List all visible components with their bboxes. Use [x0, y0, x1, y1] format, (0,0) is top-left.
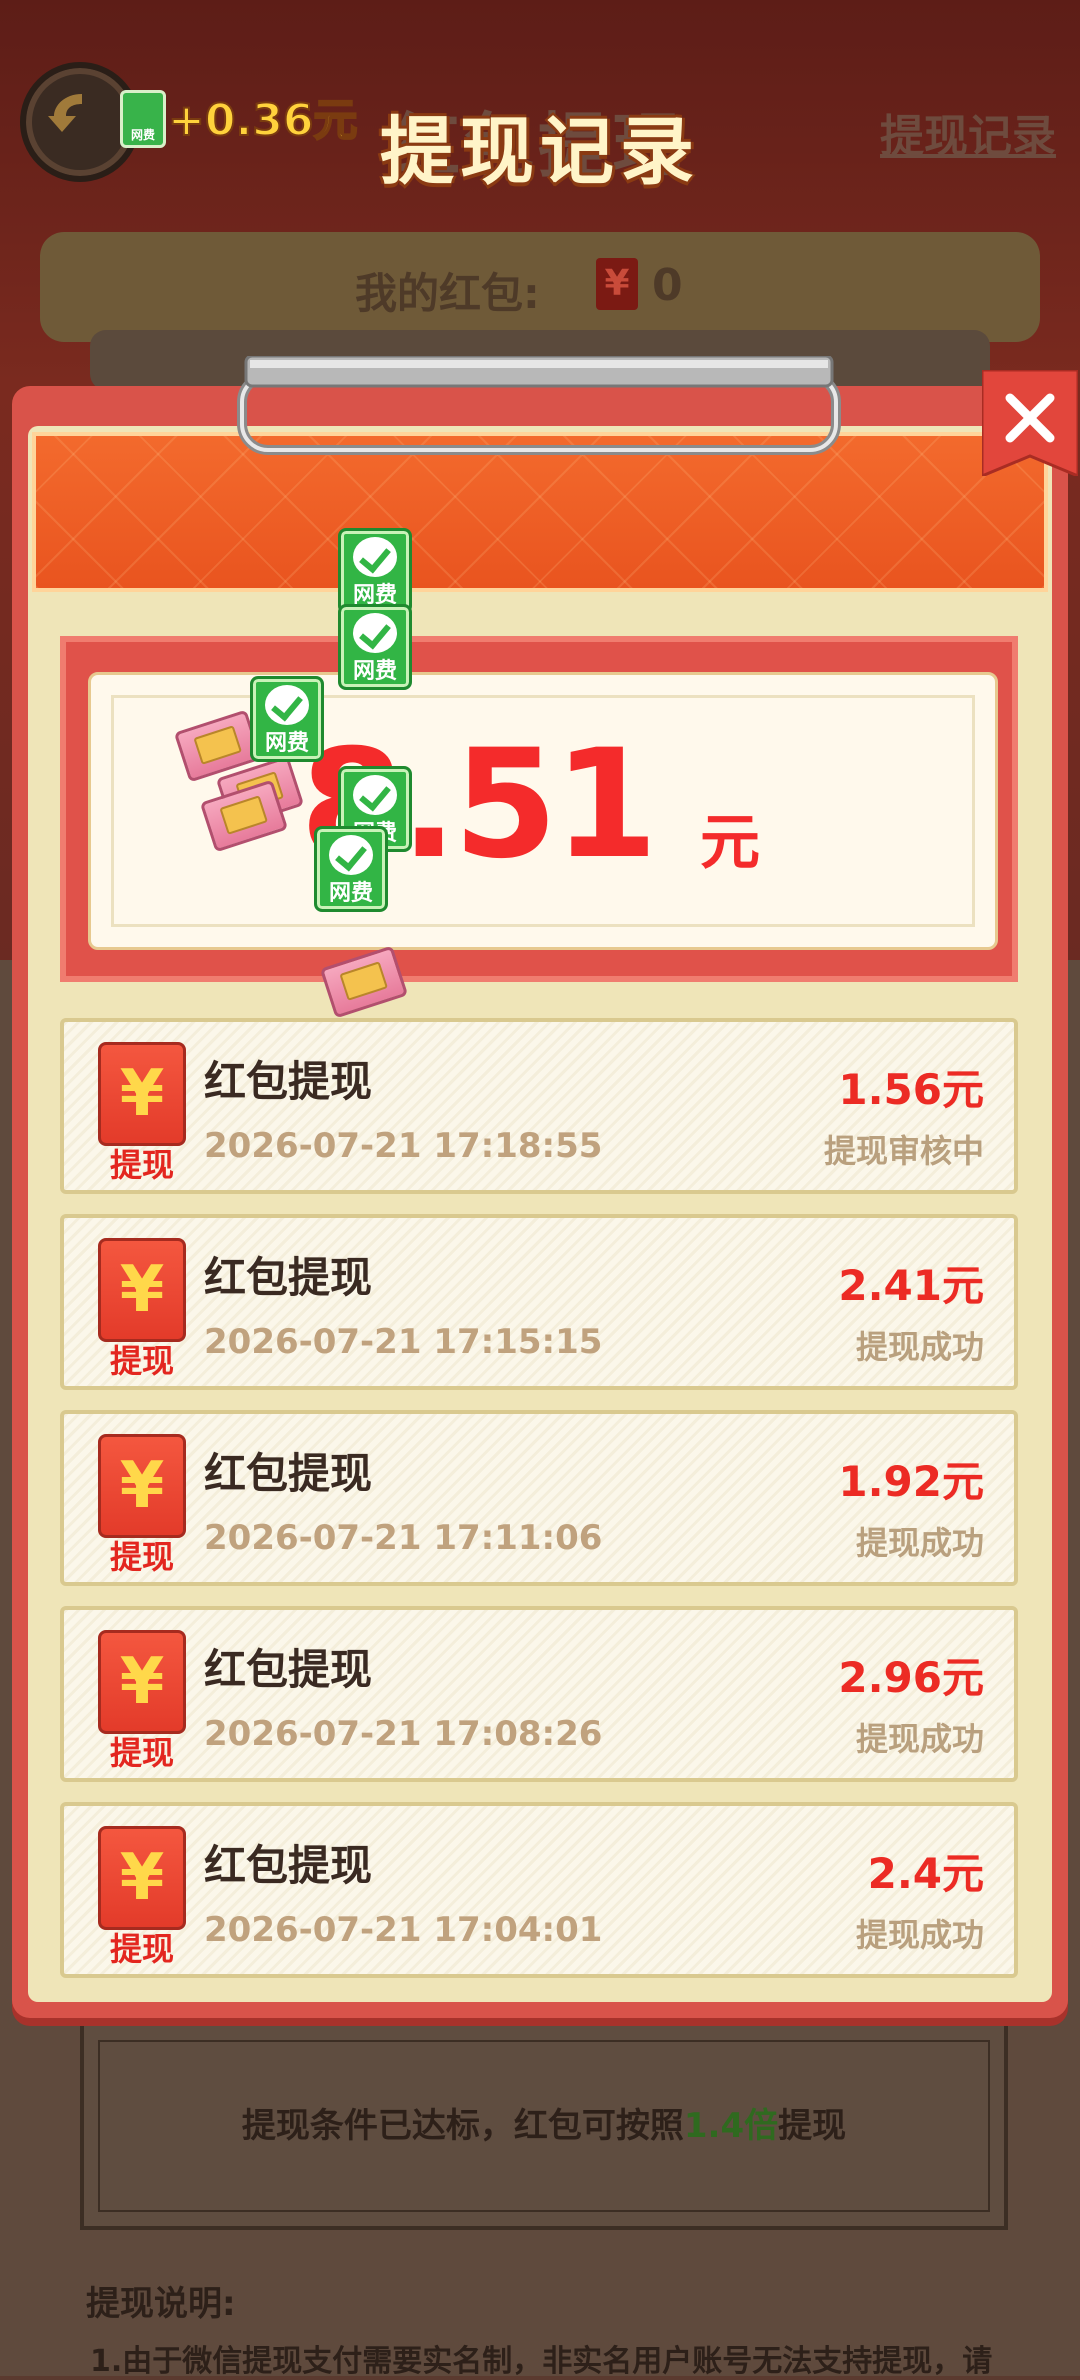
close-button[interactable]	[982, 370, 1078, 476]
yen-icon: ¥	[98, 1630, 186, 1734]
yen-icon: ¥	[98, 1238, 186, 1342]
wechat-pay-icon: 网费	[314, 826, 388, 912]
record-status: 提现成功	[855, 1916, 984, 1954]
record-time: 2026-07-21 17:11:06	[204, 1518, 603, 1558]
record-time: 2026-07-21 17:04:01	[204, 1910, 603, 1950]
fly-badge-label: 网费	[352, 659, 397, 684]
record-status: 提现成功	[855, 1720, 984, 1758]
record-amount: 2.96元	[838, 1653, 984, 1702]
fly-badge-label: 网费	[328, 881, 373, 906]
record-icon-label: 提现	[109, 1146, 174, 1184]
condition-text: 提现条件已达标，红包可按照1.4倍提现	[84, 2098, 1004, 2147]
wechat-pay-icon: 网费	[250, 676, 324, 762]
record-title: 红包提现	[204, 1057, 373, 1106]
wechat-pay-icon: 网费	[338, 528, 412, 614]
yen-icon: ¥	[98, 1434, 186, 1538]
withdraw-record-list: ¥ 提现 红包提现 2026-07-21 17:18:55 1.56元 提现审核…	[60, 1018, 1018, 1998]
fly-badge-label: 网费	[264, 731, 309, 756]
record-amount: 2.4元	[867, 1849, 984, 1898]
condition-multiplier: 1.4倍	[683, 2106, 779, 2146]
yen-icon: ¥	[596, 258, 638, 310]
record-icon-label: 提现	[109, 1734, 174, 1772]
my-redpacket-value: 0	[652, 260, 683, 311]
record-icon-label: 提现	[109, 1342, 174, 1380]
record-time: 2026-07-21 17:08:26	[204, 1714, 603, 1754]
clipboard-clip-icon	[237, 356, 841, 455]
record-status: 提现成功	[855, 1328, 984, 1366]
record-row: ¥ 提现 红包提现 2026-07-21 17:11:06 1.92元 提现成功	[60, 1410, 1018, 1586]
condition-suffix: 提现	[778, 2106, 847, 2146]
record-row: ¥ 提现 红包提现 2026-07-21 17:04:01 2.4元 提现成功	[60, 1802, 1018, 1978]
record-row: ¥ 提现 红包提现 2026-07-21 17:15:15 2.41元 提现成功	[60, 1214, 1018, 1390]
record-time: 2026-07-21 17:18:55	[204, 1126, 603, 1166]
record-amount: 1.92元	[838, 1457, 984, 1506]
record-row: ¥ 提现 红包提现 2026-07-21 17:08:26 2.96元 提现成功	[60, 1606, 1018, 1782]
record-icon-label: 提现	[109, 1538, 174, 1576]
record-amount: 2.41元	[838, 1261, 984, 1310]
explain-title: 提现说明:	[86, 2284, 236, 2324]
record-status: 提现审核中	[823, 1132, 984, 1170]
record-title: 红包提现	[204, 1841, 373, 1890]
my-redpacket-bar	[40, 232, 1040, 342]
record-title: 红包提现	[204, 1449, 373, 1498]
record-status: 提现成功	[855, 1524, 984, 1562]
record-row: ¥ 提现 红包提现 2026-07-21 17:18:55 1.56元 提现审核…	[60, 1018, 1018, 1194]
yen-icon: ¥	[98, 1826, 186, 1930]
condition-box: 提现条件已达标，红包可按照1.4倍提现	[80, 2022, 1008, 2230]
modal-title: 提现记录	[380, 109, 700, 195]
wechat-pay-icon: 网费	[338, 604, 412, 690]
record-time: 2026-07-21 17:15:15	[204, 1322, 603, 1362]
total-withdrawn-unit: 元	[700, 808, 760, 878]
record-title: 红包提现	[204, 1253, 373, 1302]
my-redpacket-label: 我的红包:	[355, 269, 540, 318]
record-title: 红包提现	[204, 1645, 373, 1694]
record-icon-label: 提现	[109, 1930, 174, 1968]
explain-line-1: 1.由于微信提现支付需要实名制，非实名用户账号无法支持提现，请	[90, 2344, 993, 2379]
record-amount: 1.56元	[838, 1065, 984, 1114]
condition-prefix: 提现条件已达标，红包可按照	[241, 2106, 684, 2146]
yen-icon: ¥	[98, 1042, 186, 1146]
